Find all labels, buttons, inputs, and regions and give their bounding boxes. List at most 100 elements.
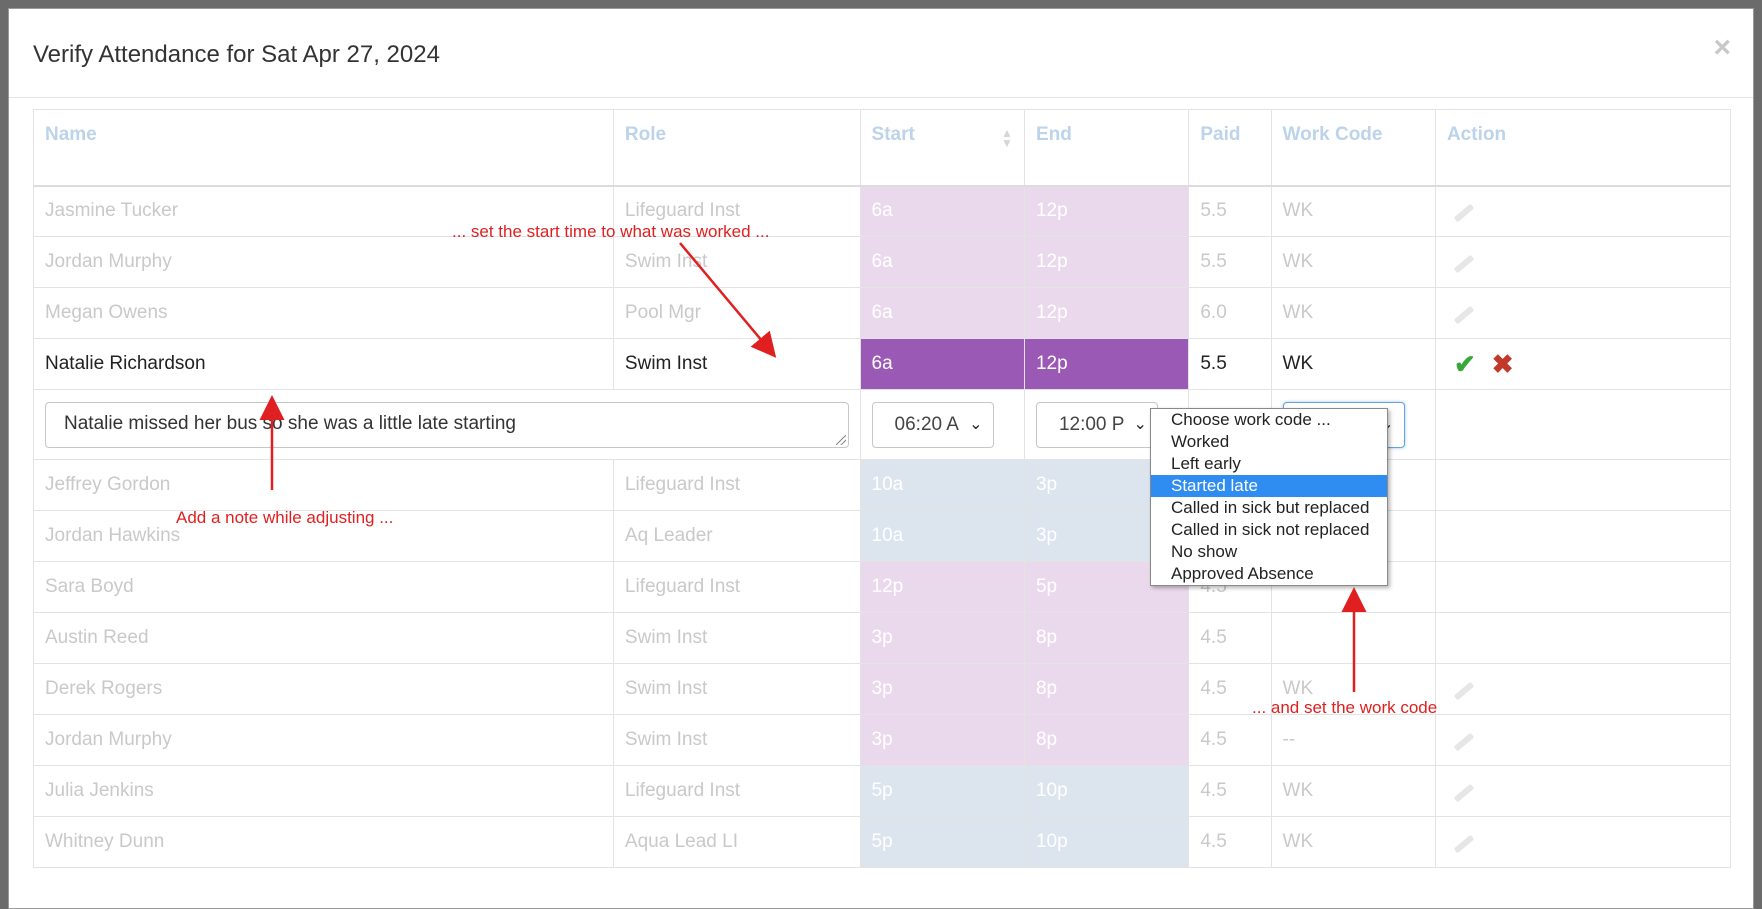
work-code-cell: WK	[1270, 816, 1436, 868]
end-time-cell[interactable]: 10p	[1023, 816, 1190, 868]
table-row[interactable]: Derek Rogers Swim Inst 3p 8p 4.5 WK	[33, 663, 1732, 715]
action-cell	[1434, 510, 1732, 562]
paid-cell: 5.5	[1188, 338, 1272, 390]
column-header-work-code[interactable]: Work Code	[1270, 109, 1436, 187]
column-header-role[interactable]: Role	[612, 109, 861, 187]
table-row[interactable]: Whitney Dunn Aqua Lead LI 5p 10p 4.5 WK	[33, 816, 1732, 868]
start-time-cell[interactable]: 6a	[859, 287, 1025, 339]
name-cell: Natalie Richardson	[33, 338, 614, 390]
pencil-icon[interactable]	[1453, 254, 1475, 274]
work-code-cell: WK	[1270, 765, 1436, 817]
work-code-option[interactable]: Started late	[1151, 475, 1387, 497]
action-cell	[1434, 287, 1732, 339]
work-code-option[interactable]: Left early	[1151, 453, 1387, 475]
column-header-paid[interactable]: Paid	[1188, 109, 1272, 187]
pencil-icon[interactable]	[1453, 834, 1475, 854]
annotation-note: Add a note while adjusting ...	[176, 508, 394, 527]
work-code-option[interactable]: Called in sick but replaced	[1151, 497, 1387, 519]
verify-attendance-modal: Verify Attendance for Sat Apr 27, 2024 ×…	[8, 8, 1754, 909]
role-cell: Pool Mgr	[612, 287, 861, 339]
pencil-icon[interactable]	[1453, 203, 1475, 223]
table-row[interactable]: Julia Jenkins Lifeguard Inst 5p 10p 4.5 WK	[33, 765, 1732, 817]
table-row[interactable]: Jeffrey GordonLifeguard Inst10a3p4.5	[33, 459, 1732, 511]
start-time-cell[interactable]: 5p	[859, 765, 1025, 817]
paid-cell: 6.0	[1188, 287, 1272, 339]
sort-icon[interactable]: ▲ ▼	[1001, 127, 1013, 149]
end-time-cell[interactable]: 8p	[1023, 714, 1190, 766]
pencil-icon[interactable]	[1453, 783, 1475, 803]
start-time-cell[interactable]: 5p	[859, 816, 1025, 868]
start-time-select-cell: 06:20 A ⌄	[859, 389, 1025, 460]
table-row[interactable]: Megan Owens Pool Mgr 6a 12p 6.0 WK	[33, 287, 1732, 339]
annotation-start-time: ... set the start time to what was worke…	[452, 222, 770, 241]
start-time-select[interactable]: 06:20 A ⌄	[871, 401, 994, 448]
action-cell	[1434, 236, 1732, 288]
check-icon[interactable]: ✔	[1454, 349, 1476, 379]
start-time-cell[interactable]: 6a	[859, 185, 1025, 237]
action-cell	[1434, 459, 1732, 511]
work-code-option[interactable]: No show	[1151, 541, 1387, 563]
start-time-cell[interactable]: 3p	[859, 714, 1025, 766]
start-time-cell[interactable]: 6a	[859, 338, 1025, 390]
paid-cell: 4.5	[1188, 816, 1272, 868]
work-code-option[interactable]: Choose work code ...	[1151, 409, 1387, 431]
start-time-cell[interactable]: 3p	[859, 612, 1025, 664]
action-cell	[1434, 816, 1732, 868]
table-row[interactable]: Jordan Murphy Swim Inst 3p 8p 4.5 --	[33, 714, 1732, 766]
chevron-down-icon: ⌄	[969, 415, 983, 433]
work-code-option[interactable]: Approved Absence	[1151, 563, 1387, 585]
work-code-cell: WK	[1270, 185, 1436, 237]
paid-cell: 5.5	[1188, 185, 1272, 237]
attendance-table: Name Role Start ▲ ▼ End Paid Work Code Act…	[33, 109, 1732, 868]
pencil-icon[interactable]	[1453, 305, 1475, 325]
resize-handle-icon[interactable]	[835, 434, 846, 445]
work-code-cell	[1270, 612, 1436, 664]
role-cell: Swim Inst	[612, 714, 861, 766]
start-time-cell[interactable]: 12p	[859, 561, 1025, 613]
table-row[interactable]: Jasmine Tucker Lifeguard Inst 6a 12p 5.5 WK	[33, 185, 1732, 237]
name-cell: Whitney Dunn	[33, 816, 614, 868]
work-code-option[interactable]: Worked	[1151, 431, 1387, 453]
work-code-option[interactable]: Called in sick not replaced	[1151, 519, 1387, 541]
column-header-action: Action	[1434, 109, 1732, 187]
note-textarea[interactable]: Natalie missed her bus so she was a litt…	[45, 401, 849, 448]
column-header-end[interactable]: End	[1023, 109, 1190, 187]
end-time-cell[interactable]: 10p	[1023, 765, 1190, 817]
role-cell: Swim Inst	[612, 663, 861, 715]
pencil-icon[interactable]	[1453, 732, 1475, 752]
end-time-cell[interactable]: 12p	[1023, 236, 1190, 288]
annotation-work-code: ... and set the work code	[1252, 698, 1438, 717]
start-time-cell[interactable]: 10a	[859, 510, 1025, 562]
column-header-name[interactable]: Name	[33, 109, 614, 187]
action-cell	[1434, 714, 1732, 766]
table-row[interactable]: Austin Reed Swim Inst 3p 8p 4.5	[33, 612, 1732, 664]
name-cell: Jordan Murphy	[33, 236, 614, 288]
action-cell: ✔ ✖	[1434, 338, 1732, 390]
x-icon[interactable]: ✖	[1492, 349, 1514, 379]
start-time-select-value: 06:20 A	[894, 413, 959, 435]
table-row[interactable]: Jordan Murphy Swim Inst 6a 12p 5.5 WK	[33, 236, 1732, 288]
close-icon[interactable]: ×	[1713, 33, 1731, 63]
end-time-cell[interactable]: 8p	[1023, 612, 1190, 664]
end-time-cell[interactable]: 8p	[1023, 663, 1190, 715]
start-time-cell[interactable]: 10a	[859, 459, 1025, 511]
table-row[interactable]: Sara Boyd Lifeguard Inst 12p 5p 4.5	[33, 561, 1732, 613]
table-row-active[interactable]: Natalie Richardson Swim Inst 6a 12p 5.5 WK ✔ ✖	[33, 338, 1732, 390]
end-time-select-value: 12:00 P	[1058, 413, 1125, 435]
name-cell: Jordan Murphy	[33, 714, 614, 766]
end-time-select[interactable]: 12:00 P ⌄	[1035, 401, 1158, 448]
name-cell: Sara Boyd	[33, 561, 614, 613]
end-time-cell[interactable]: 12p	[1023, 185, 1190, 237]
end-time-cell[interactable]: 12p	[1023, 287, 1190, 339]
modal-title: Verify Attendance for Sat Apr 27, 2024	[33, 41, 440, 68]
edit-row: Natalie missed her bus so she was a litt…	[33, 389, 1732, 460]
start-time-cell[interactable]: 3p	[859, 663, 1025, 715]
end-time-cell[interactable]: 12p	[1023, 338, 1190, 390]
work-code-cell: WK	[1270, 287, 1436, 339]
name-cell: Jeffrey Gordon	[33, 459, 614, 511]
pencil-icon[interactable]	[1453, 681, 1475, 701]
start-time-cell[interactable]: 6a	[859, 236, 1025, 288]
name-cell: Megan Owens	[33, 287, 614, 339]
work-code-dropdown-list[interactable]: Choose work code ... Worked Left early Star…	[1150, 408, 1388, 586]
column-header-start[interactable]: Start ▲ ▼	[859, 109, 1025, 187]
